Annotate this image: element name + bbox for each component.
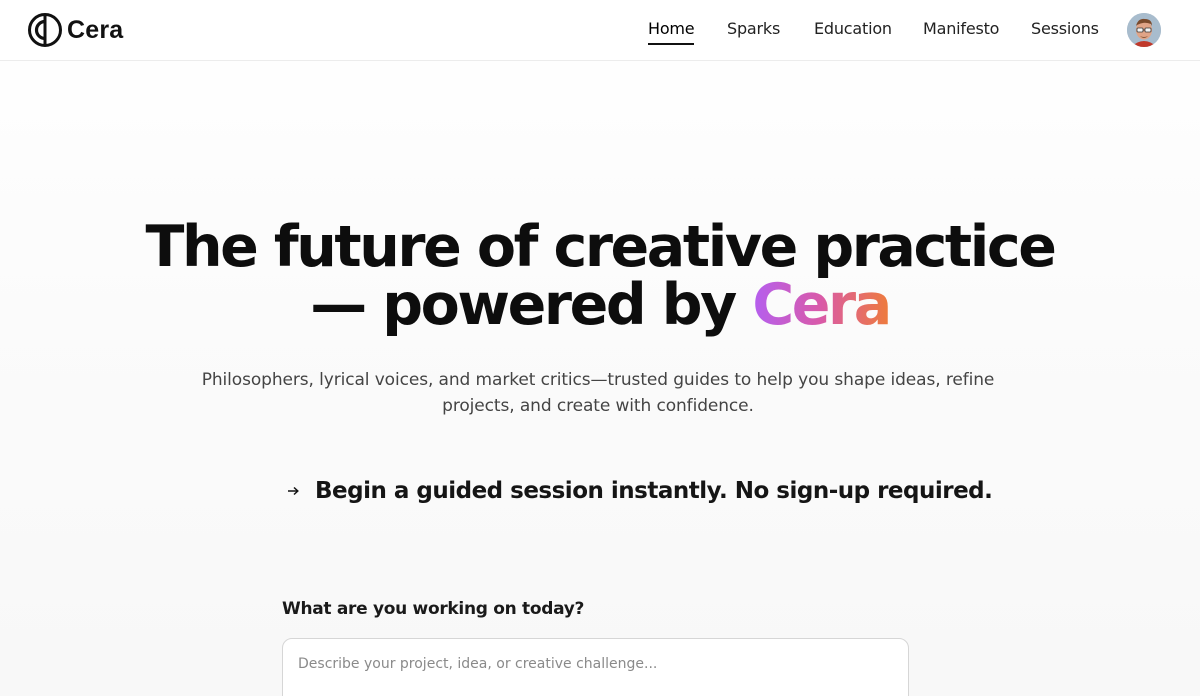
hero-title-line1: The future of creative practice [145,214,1056,280]
top-navbar: Cera Home Sparks Education Manifesto Ses… [0,0,1200,61]
project-input-label: What are you working on today? [282,599,585,619]
hero-title-highlight: Cera [752,272,892,338]
arrow-right-icon [288,486,299,496]
nav-item-sessions[interactable]: Sessions [1031,19,1099,38]
hero-title-line2-prefix: — powered by [310,272,753,338]
nav-item-home[interactable]: Home [648,19,695,45]
brand-name: Cera [67,15,124,44]
nav-item-education[interactable]: Education [814,19,892,38]
cera-logo-icon [28,13,62,47]
hero-subtitle: Philosophers, lyrical voices, and market… [201,370,995,416]
nav-item-manifesto[interactable]: Manifesto [923,19,999,38]
user-avatar[interactable] [1127,13,1161,47]
hero-title: The future of creative practice — powere… [0,218,1200,334]
nav-item-sparks[interactable]: Sparks [727,19,780,38]
project-description-input[interactable] [282,638,909,696]
brand-logo-link[interactable]: Cera [27,12,123,48]
start-session-link[interactable]: Begin a guided session instantly. No sig… [285,478,993,504]
cta-text: Begin a guided session instantly. No sig… [315,478,993,504]
